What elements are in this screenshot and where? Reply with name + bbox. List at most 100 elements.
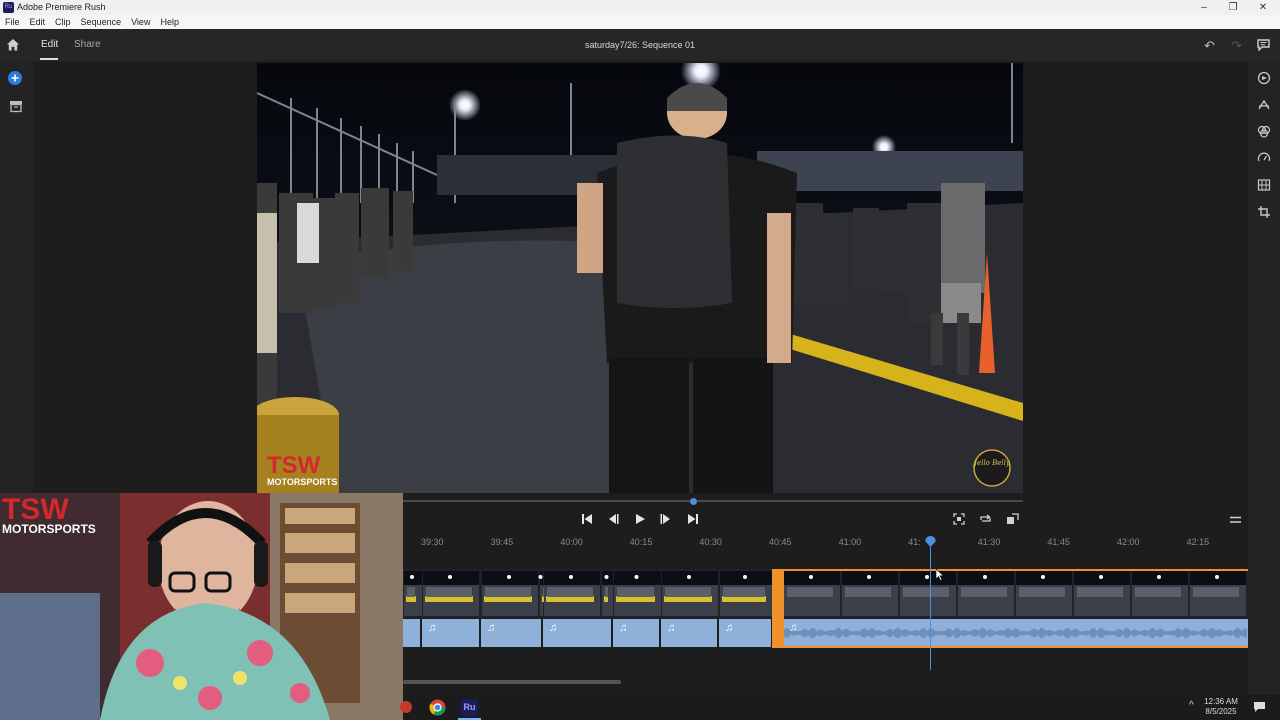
playhead-handle[interactable]: [925, 536, 936, 547]
play-icon[interactable]: [634, 513, 646, 525]
preview-scrubber[interactable]: [403, 498, 1023, 505]
project-assets-icon[interactable]: [9, 99, 23, 113]
ruler-tick-label: 41:00: [838, 537, 862, 547]
thumbnail-crowd: [426, 587, 472, 597]
speed-icon[interactable]: [1257, 151, 1271, 165]
thumbnail-crowd: [485, 587, 531, 597]
feedback-icon[interactable]: [1257, 39, 1270, 51]
system-clock[interactable]: 12:36 AM 8/5/2025: [1201, 697, 1241, 717]
step-forward-icon[interactable]: [660, 513, 672, 525]
playhead-line: [930, 540, 931, 670]
right-toolbar: [1248, 61, 1280, 701]
graphics-icon[interactable]: [1257, 71, 1271, 85]
thumbnail-light: [507, 575, 511, 579]
audio-clip[interactable]: ♫: [422, 619, 479, 647]
thumbnail-light: [634, 575, 639, 579]
music-note-icon: ♫: [549, 622, 558, 634]
ruler-tick-label: 40:15: [629, 537, 653, 547]
crop-transform-icon[interactable]: [1257, 205, 1271, 219]
ruler-tick-label: 42:00: [1117, 537, 1140, 547]
minimize-button[interactable]: –: [1189, 0, 1219, 15]
thumbnail-crowd: [617, 587, 654, 597]
audio-clip[interactable]: ♫: [661, 619, 717, 647]
thumbnail-crowd: [547, 587, 593, 597]
scrub-track: [403, 500, 1023, 502]
go-to-end-icon[interactable]: [687, 513, 699, 525]
thumbnail-light: [743, 575, 747, 579]
close-button[interactable]: ✕: [1248, 0, 1278, 15]
fullscreen-icon[interactable]: [1006, 513, 1019, 525]
menu-view[interactable]: View: [126, 15, 155, 29]
undo-icon[interactable]: ↶: [1204, 38, 1215, 54]
go-to-start-icon[interactable]: [581, 513, 593, 525]
transitions-icon[interactable]: [1257, 98, 1271, 112]
taskbar-app-icon[interactable]: [399, 700, 413, 714]
menu-edit[interactable]: Edit: [25, 15, 51, 29]
notifications-icon[interactable]: [1253, 701, 1266, 713]
premiere-rush-icon[interactable]: Ru: [461, 699, 478, 716]
music-note-icon: ♫: [667, 622, 676, 634]
color-icon[interactable]: [1257, 124, 1271, 138]
left-toolbar: [0, 61, 33, 496]
music-note-icon: ♫: [428, 622, 437, 634]
thumbnail-light: [448, 575, 452, 579]
timeline-scrollbar[interactable]: [403, 680, 621, 684]
webcam-frame: TSW MOTORSPORTS: [0, 493, 403, 720]
ruler-tick-label: 41:45: [1047, 537, 1070, 547]
add-media-icon[interactable]: [8, 71, 22, 85]
scrub-knob[interactable]: [690, 498, 697, 505]
step-back-icon[interactable]: [607, 513, 619, 525]
audio-clip[interactable]: ♫: [481, 619, 541, 647]
audio-clip[interactable]: ♫: [613, 619, 659, 647]
loop-icon[interactable]: [979, 513, 992, 525]
jello-belly-watermark: Jello Belly: [972, 459, 1011, 467]
thumbnail-crowd: [665, 587, 711, 597]
music-note-icon: ♫: [725, 622, 734, 634]
clock-date: 8/5/2025: [1205, 707, 1237, 716]
timeline-ruler[interactable]: 39:30 39:45 40:00 40:15 40:30 40:45 41:00 41: 41…: [403, 533, 1248, 553]
menu-sequence[interactable]: Sequence: [76, 15, 127, 29]
thumbnail-crowd: [723, 587, 765, 597]
thumbnail-light: [687, 575, 691, 579]
windows-taskbar: Ru ^ 12:36 AM 8/5/2025: [400, 695, 1280, 720]
fit-frame-icon[interactable]: [953, 513, 965, 525]
ruler-tick-label: 41:: [908, 537, 921, 547]
mouse-cursor-icon: [936, 569, 944, 581]
webcam-brand-sub: MOTORSPORTS: [2, 522, 96, 536]
ruler-tick-label: 41:30: [977, 537, 1001, 547]
menu-file[interactable]: File: [0, 15, 25, 29]
selected-clip-outline: [772, 569, 1248, 648]
ruler-tick-label: 39:45: [490, 537, 514, 547]
preview-brand-logo: TSW: [267, 452, 321, 479]
webcam-overlay: TSW MOTORSPORTS: [0, 493, 403, 720]
chevron-up-icon[interactable]: ^: [1189, 700, 1194, 711]
program-monitor[interactable]: TSW MOTORSPORTS Jello Belly: [257, 63, 1023, 493]
menu-clip[interactable]: Clip: [50, 15, 76, 29]
clock-time: 12:36 AM: [1204, 697, 1238, 706]
ruler-tick-label: 40:45: [769, 537, 792, 547]
audio-clip[interactable]: ♫: [719, 619, 771, 647]
active-tab-indicator: [40, 58, 58, 60]
thumbnail-light: [538, 575, 543, 579]
ruler-tick-label: 42:15: [1186, 537, 1210, 547]
window-title: Adobe Premiere Rush: [17, 2, 106, 12]
thumbnail-crowd: [407, 587, 415, 597]
ruler-tick-label: 39:30: [421, 537, 444, 547]
thumbnail-light: [604, 575, 609, 579]
app-icon: Ru: [3, 2, 14, 13]
preview-brand-sub: MOTORSPORTS: [267, 477, 337, 487]
audio-icon[interactable]: [1257, 178, 1271, 192]
audio-clip[interactable]: ♫: [543, 619, 611, 647]
timeline-menu-icon[interactable]: [1230, 516, 1241, 524]
restore-button[interactable]: ❐: [1218, 0, 1248, 15]
audio-clip[interactable]: [403, 619, 420, 647]
thumbnail-light: [569, 575, 573, 579]
music-note-icon: ♫: [619, 622, 628, 634]
chrome-icon[interactable]: [429, 699, 446, 716]
clip-trim-handle[interactable]: [772, 569, 784, 648]
menu-help[interactable]: Help: [155, 15, 184, 29]
sequence-title: saturday7/26: Sequence 01: [584, 40, 696, 50]
app-header: Edit Share saturday7/26: Sequence 01 ↶ ↷: [0, 29, 1280, 61]
thumbnail-light: [410, 575, 414, 579]
redo-icon[interactable]: ↷: [1231, 38, 1242, 54]
